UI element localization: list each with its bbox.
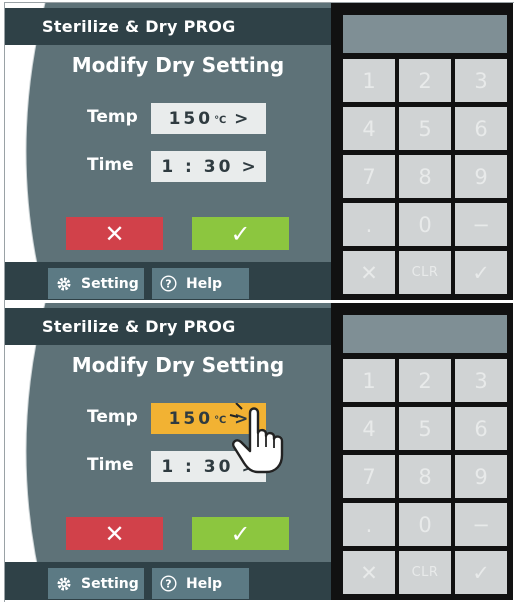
time-field[interactable]: 1 : 30 > — [151, 151, 266, 182]
key-2[interactable]: 2 — [399, 59, 451, 102]
help-icon: ? — [160, 575, 177, 592]
time-value: 1 : 30 — [161, 156, 234, 177]
key-0[interactable]: 0 — [399, 503, 451, 546]
key-6[interactable]: 6 — [455, 407, 507, 450]
key-9[interactable]: 9 — [455, 455, 507, 498]
key-8[interactable]: 8 — [399, 455, 451, 498]
chevron-right-icon: > — [241, 156, 256, 177]
keypad-display — [343, 315, 507, 353]
key-minus[interactable]: − — [455, 503, 507, 546]
cancel-button[interactable]: ✕ — [66, 217, 163, 250]
setting-label: Setting — [81, 275, 139, 292]
dialog-heading: Modify Dry Setting — [71, 53, 285, 77]
key-cancel[interactable]: ✕ — [343, 551, 395, 594]
gear-icon — [56, 276, 72, 292]
key-2[interactable]: 2 — [399, 359, 451, 402]
key-5[interactable]: 5 — [399, 107, 451, 150]
setting-button[interactable]: Setting — [48, 568, 144, 599]
dialog-heading: Modify Dry Setting — [71, 353, 285, 377]
key-7[interactable]: 7 — [343, 455, 395, 498]
key-6[interactable]: 6 — [455, 107, 507, 150]
close-icon: ✕ — [104, 219, 125, 248]
help-button[interactable]: ? Help — [152, 568, 249, 599]
curved-edge-decoration — [5, 303, 46, 600]
temp-unit: ℃ — [214, 115, 227, 126]
key-3[interactable]: 3 — [455, 359, 507, 402]
key-4[interactable]: 4 — [343, 107, 395, 150]
cancel-button[interactable]: ✕ — [66, 517, 163, 550]
program-title: Sterilize & Dry PROG — [5, 308, 331, 345]
key-3[interactable]: 3 — [455, 59, 507, 102]
key-5[interactable]: 5 — [399, 407, 451, 450]
key-clear[interactable]: CLR — [399, 251, 451, 294]
help-button[interactable]: ? Help — [152, 268, 249, 299]
setting-label: Setting — [81, 575, 139, 592]
settings-area: Sterilize & Dry PROG Modify Dry Setting … — [5, 3, 331, 300]
program-title: Sterilize & Dry PROG — [5, 8, 331, 45]
temp-value: 150 — [168, 108, 214, 129]
key-minus[interactable]: − — [455, 203, 507, 246]
key-4[interactable]: 4 — [343, 407, 395, 450]
temp-label: Temp — [87, 107, 138, 127]
key-cancel[interactable]: ✕ — [343, 251, 395, 294]
temp-label: Temp — [87, 407, 138, 427]
key-decimal[interactable]: . — [343, 503, 395, 546]
help-label: Help — [186, 575, 223, 592]
keypad: 1 2 3 4 5 6 7 8 9 . 0 − ✕ CLR ✓ — [331, 303, 513, 600]
key-enter[interactable]: ✓ — [455, 551, 507, 594]
key-7[interactable]: 7 — [343, 155, 395, 198]
keypad: 1 2 3 4 5 6 7 8 9 . 0 − ✕ CLR ✓ — [331, 3, 513, 300]
help-label: Help — [186, 275, 223, 292]
key-1[interactable]: 1 — [343, 59, 395, 102]
help-icon: ? — [160, 275, 177, 292]
confirm-button[interactable]: ✓ — [192, 217, 289, 250]
key-decimal[interactable]: . — [343, 203, 395, 246]
time-value: 1 : 30 — [161, 456, 234, 477]
setting-button[interactable]: Setting — [48, 268, 144, 299]
svg-text:?: ? — [165, 278, 171, 291]
gear-icon — [56, 576, 72, 592]
temp-unit: ℃ — [214, 415, 227, 426]
key-enter[interactable]: ✓ — [455, 251, 507, 294]
time-label: Time — [87, 155, 134, 175]
temp-value: 150 — [168, 408, 214, 429]
hand-pointer-icon — [229, 403, 284, 474]
key-clear[interactable]: CLR — [399, 551, 451, 594]
confirm-button[interactable]: ✓ — [192, 517, 289, 550]
time-label: Time — [87, 455, 134, 475]
svg-text:?: ? — [165, 578, 171, 591]
check-icon: ✓ — [230, 219, 251, 248]
chevron-right-icon: > — [234, 108, 249, 129]
key-8[interactable]: 8 — [399, 155, 451, 198]
close-icon: ✕ — [104, 519, 125, 548]
check-icon: ✓ — [230, 519, 251, 548]
curved-edge-decoration — [5, 3, 46, 300]
screen-top: Sterilize & Dry PROG Modify Dry Setting … — [5, 3, 513, 300]
key-1[interactable]: 1 — [343, 359, 395, 402]
key-0[interactable]: 0 — [399, 203, 451, 246]
temp-field[interactable]: 150 ℃ > — [151, 103, 266, 134]
keypad-display — [343, 15, 507, 53]
key-9[interactable]: 9 — [455, 155, 507, 198]
